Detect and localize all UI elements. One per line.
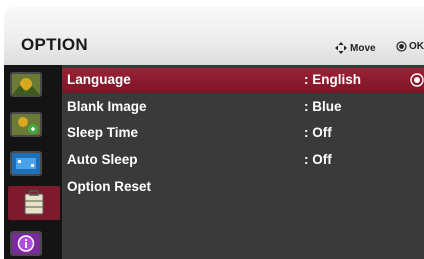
row-label: Language [67,72,131,87]
row-label: Auto Sleep [67,152,138,167]
category-information[interactable] [10,231,42,256]
ok-hint: OK [396,41,424,52]
category-screen[interactable] [10,151,42,176]
radio-selected-icon [410,73,424,87]
toolbox-icon [24,190,44,215]
menu-row-blank-image[interactable]: Blank Image : Blue [62,95,424,120]
row-label: Sleep Time [67,125,139,140]
menu-row-sleep-time[interactable]: Sleep Time : Off [62,121,424,146]
move-arrows-icon [335,42,347,54]
move-hint: Move [334,41,376,55]
category-sidebar [4,65,62,259]
option-menu-window: OPTION Move OK Language: English Blank … [4,7,424,259]
menu-title: OPTION [21,35,88,54]
menu-header: OPTION Move OK [4,7,424,65]
ok-hint-label: OK [409,41,424,52]
row-value: : Blue [304,99,342,114]
menu-row-auto-sleep[interactable]: Auto Sleep : Off [62,148,424,173]
category-audio[interactable] [10,112,42,137]
ok-button-icon [396,41,407,52]
row-value: : Off [304,125,332,140]
menu-row-language[interactable]: Language : English [62,68,424,93]
info-icon [12,233,40,254]
screen-icon [12,153,40,174]
picture-audio-icon [12,114,40,135]
category-option[interactable] [8,186,60,220]
menu-row-option-reset[interactable]: Option Reset [62,175,424,200]
category-picture[interactable] [10,72,42,97]
row-label: Blank Image [67,99,147,114]
row-value: : English [304,72,361,87]
picture-icon [12,74,40,95]
row-value: : Off [304,152,332,167]
row-label: Option Reset [67,179,152,194]
move-hint-label: Move [350,42,376,54]
option-list: Language : English Blank Image : Blue Sl… [62,65,424,259]
